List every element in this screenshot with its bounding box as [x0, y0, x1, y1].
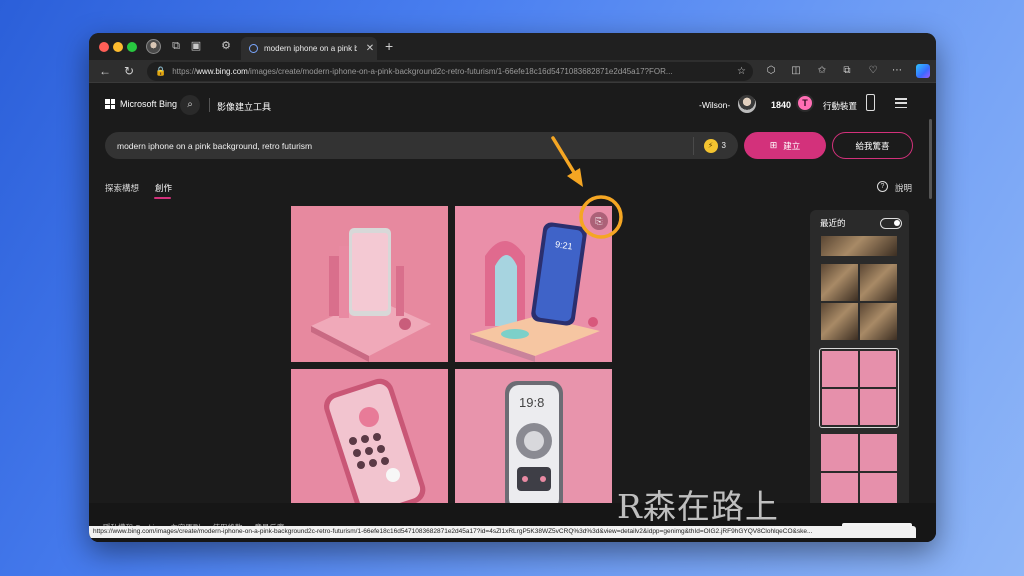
recent-thumbnail[interactable]	[860, 434, 897, 471]
tab-actions-icon[interactable]: ▣	[189, 39, 203, 53]
lock-icon: 🔒	[155, 66, 167, 76]
header-divider	[209, 98, 210, 112]
active-tab-indicator	[154, 197, 171, 199]
generated-image-2[interactable]: 9:21	[455, 206, 612, 362]
address-bar[interactable]: 🔒 https://www.bing.com/images/create/mod…	[147, 62, 753, 81]
page-content: Microsoft Bing ⌕ 影像建立工具 -Wilson- 1840 T …	[89, 83, 936, 542]
refresh-icon[interactable]: ↻	[121, 63, 137, 79]
image-4-art: 19:8	[455, 369, 612, 512]
extensions-icon[interactable]: ⬡	[764, 64, 778, 78]
generated-image-4[interactable]: 19:8	[455, 369, 612, 512]
minimize-window-button[interactable]	[113, 42, 123, 52]
settings-icon[interactable]: ⚙	[219, 39, 233, 53]
prompt-input[interactable]: modern iphone on a pink background, retr…	[105, 132, 738, 159]
favorite-star-icon[interactable]: ☆	[737, 66, 753, 77]
recent-thumbnail[interactable]	[821, 434, 858, 471]
tab-close-icon[interactable]: ✕	[363, 43, 377, 54]
recent-label: 最近的	[820, 218, 846, 228]
boost-count: 3	[721, 141, 726, 150]
maximize-window-button[interactable]	[127, 42, 137, 52]
boost-coin-icon: ⚡	[703, 138, 718, 153]
recent-thumbnail[interactable]	[822, 389, 858, 425]
collections-icon[interactable]: ⧉	[840, 64, 854, 78]
browser-window: ⧉ ▣ ⚙ modern iphone on a pink backg ✕ + …	[89, 33, 936, 542]
page-scrollbar[interactable]	[929, 119, 932, 199]
prompt-divider	[692, 136, 694, 155]
performance-icon[interactable]: ♡	[866, 64, 880, 78]
rewards-trophy-icon[interactable]: T	[796, 94, 814, 112]
page-title: 影像建立工具	[217, 102, 272, 112]
tab-bing-create[interactable]: modern iphone on a pink backg ✕	[241, 37, 377, 60]
tab-strip: ⧉ ▣ ⚙ modern iphone on a pink backg ✕ +	[89, 33, 936, 60]
logo-text: Microsoft Bing	[120, 99, 178, 109]
tab-title: modern iphone on a pink backg	[264, 44, 357, 53]
status-bar-url: https://www.bing.com/images/create/moder…	[89, 526, 916, 538]
recent-thumbnail[interactable]	[822, 351, 858, 387]
watermark-text: R森在路上	[617, 487, 779, 526]
new-tab-button[interactable]: +	[385, 38, 393, 54]
menu-icon[interactable]	[895, 98, 907, 108]
recent-thumbnail[interactable]	[821, 236, 897, 256]
more-options-icon[interactable]: ⋯	[890, 64, 904, 78]
surprise-me-button[interactable]: 給我驚喜	[832, 132, 913, 159]
close-window-button[interactable]	[99, 42, 109, 52]
share-icon[interactable]: ⎘	[590, 212, 608, 230]
create-image-icon: ⊞	[769, 140, 778, 150]
help-icon[interactable]: ?	[877, 181, 888, 192]
split-screen-icon[interactable]: ◫	[789, 64, 803, 78]
tab-explore[interactable]: 探索構想	[105, 182, 139, 194]
image-2-art: 9:21	[455, 206, 612, 362]
copilot-icon[interactable]	[916, 64, 930, 78]
microsoft-logo-icon	[105, 99, 115, 109]
phone-icon[interactable]	[866, 94, 875, 111]
recent-thumbnail[interactable]	[821, 264, 858, 301]
generated-image-1[interactable]	[291, 206, 448, 362]
microsoft-bing-logo[interactable]: Microsoft Bing	[105, 99, 177, 109]
generated-image-3[interactable]	[291, 369, 448, 512]
recent-thumbnail[interactable]	[860, 351, 896, 387]
recent-toggle[interactable]	[880, 218, 902, 229]
profile-avatar[interactable]	[146, 39, 161, 54]
create-label: 建立	[783, 140, 801, 151]
user-name[interactable]: -Wilson-	[699, 100, 730, 110]
recent-thumbnail[interactable]	[860, 389, 896, 425]
recent-thumbnail[interactable]	[860, 303, 897, 340]
tab-create[interactable]: 創作	[155, 182, 172, 194]
image-3-art	[291, 369, 448, 512]
rewards-points[interactable]: 1840	[771, 100, 791, 110]
bing-favicon-icon	[249, 44, 258, 53]
recent-thumbnail[interactable]	[860, 264, 897, 301]
create-button[interactable]: ⊞ 建立	[744, 132, 826, 159]
recent-thumbnail[interactable]	[821, 303, 858, 340]
favorites-icon[interactable]: ✩	[815, 64, 829, 78]
user-avatar[interactable]	[738, 95, 756, 113]
url-text: https://www.bing.com/images/create/moder…	[172, 67, 673, 76]
workspaces-icon[interactable]: ⧉	[169, 39, 183, 53]
help-link[interactable]: 說明	[895, 182, 912, 194]
browser-toolbar: ← ↻ 🔒 https://www.bing.com/images/create…	[89, 60, 936, 83]
image-1-art	[291, 206, 448, 362]
svg-text:19:8: 19:8	[519, 395, 544, 410]
recent-panel: 最近的	[810, 210, 909, 542]
search-icon[interactable]: ⌕	[180, 95, 200, 115]
prompt-text: modern iphone on a pink background, retr…	[117, 140, 313, 151]
back-arrow-icon[interactable]: ←	[97, 63, 113, 79]
mobile-link[interactable]: 行動裝置	[823, 100, 857, 112]
